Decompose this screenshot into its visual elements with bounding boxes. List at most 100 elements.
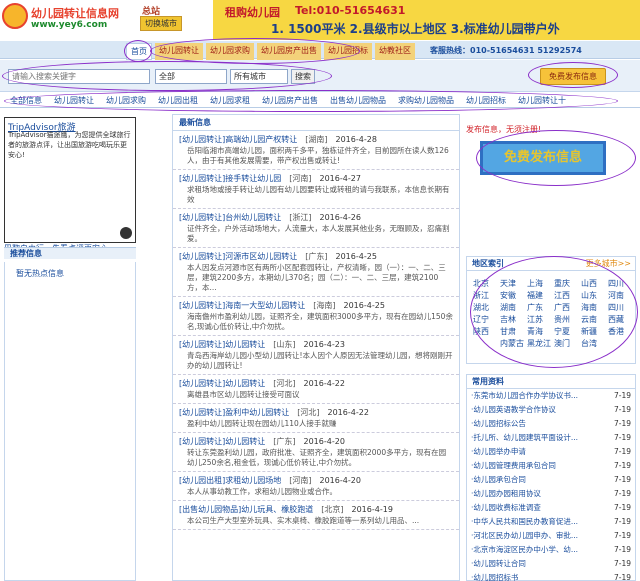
resource-item[interactable]: ·托儿所、幼儿园建筑平面设计... 7-19 [467,431,635,445]
site-title[interactable]: 幼儿园转让信息网 [31,5,119,21]
city-link[interactable]: 西藏 [608,314,633,325]
news-title[interactable]: [幼儿园转让]河源市区幼儿园转让 [179,252,297,261]
category-link[interactable]: 幼儿园转让 [54,93,94,107]
top-ad-banner[interactable]: 租购幼儿园 Tel:010-51654631 1. 1500平米 2.县级市以上… [213,0,640,40]
resource-item[interactable]: ·幼儿园转让合同 7-19 [467,557,635,571]
city-link[interactable]: 福建 [527,290,552,301]
resource-title[interactable]: ·幼儿园转让合同 [471,559,526,568]
news-title[interactable]: [幼儿园转让]幼儿园转让 [179,437,265,446]
city-link[interactable]: 江苏 [527,314,552,325]
city-link[interactable]: 云南 [581,314,606,325]
city-link[interactable]: 山西 [581,278,606,289]
city-link[interactable]: 广西 [554,302,579,313]
city-link[interactable]: 陕西 [473,326,498,337]
city-link[interactable]: 宁夏 [554,326,579,337]
city-link[interactable]: 辽宁 [473,314,498,325]
resource-title[interactable]: ·河北区民办幼儿园申办、审批... [471,531,578,540]
news-title[interactable]: [幼儿园转让]接手转让幼儿园 [179,174,281,183]
news-title[interactable]: [幼儿园出租]求租幼儿园场地 [179,476,281,485]
resource-item[interactable]: ·东莞市幼儿园合作办学协议书... 7-19 [467,389,635,403]
category-select[interactable]: 全部 [155,69,227,84]
category-link[interactable]: 求购幼儿园物品 [398,93,454,107]
resource-item[interactable]: ·幼儿园收费标准调查 7-19 [467,501,635,515]
free-post-button[interactable]: 免费发布信息 [540,68,606,85]
resource-item[interactable]: ·幼儿园承包合同 7-19 [467,473,635,487]
resource-title[interactable]: ·幼儿园招标书 [471,573,518,581]
city-link[interactable]: 四川 [608,278,633,289]
resource-title[interactable]: ·幼儿园办园租用协议 [471,489,541,498]
news-title[interactable]: [幼儿园转让]台州幼儿园转让 [179,213,281,222]
city-link[interactable]: 山东 [581,290,606,301]
city-link[interactable]: 甘肃 [500,326,525,337]
big-free-post-button[interactable]: 免费发布信息 [480,141,606,175]
category-link[interactable]: 幼儿园求购 [106,93,146,107]
resource-item[interactable]: ·河北区民办幼儿园申办、审批... 7-19 [467,529,635,543]
city-link[interactable]: 香港 [608,326,633,337]
news-title[interactable]: [幼儿园转让]幼儿园转让 [179,340,265,349]
more-cities-link[interactable]: 更多城市>> [586,257,631,271]
category-link[interactable]: 出售幼儿园物品 [330,93,386,107]
category-link[interactable]: 幼儿园求租 [210,93,250,107]
news-title[interactable]: [幼儿园转让]海南一大型幼儿园转让 [179,301,305,310]
city-link[interactable]: 黑龙江 [527,338,552,349]
city-link[interactable]: 内蒙古 [500,338,525,349]
resource-item[interactable]: ·幼儿园英语教学合作协议 7-19 [467,403,635,417]
resource-title[interactable]: ·幼儿园承包合同 [471,475,526,484]
city-link[interactable]: 新疆 [581,326,606,337]
category-link[interactable]: 幼儿园出租 [158,93,198,107]
resource-title[interactable]: ·中华人民共和国民办教育促进... [471,517,578,526]
city-link[interactable]: 广东 [527,302,552,313]
resource-title[interactable]: ·北京市海淀区民办中小学、幼... [471,545,578,554]
city-link[interactable]: 湖南 [500,302,525,313]
city-select[interactable]: 所有城市 [230,69,288,84]
nav-item-wanted[interactable]: 幼儿园求购 [206,43,254,60]
city-link[interactable]: 吉林 [500,314,525,325]
site-logo-icon[interactable] [2,3,28,29]
resource-title[interactable]: ·东莞市幼儿园合作办学协议书... [471,391,578,400]
nav-item-community[interactable]: 幼教社区 [375,43,415,60]
city-link[interactable]: 台湾 [581,338,606,349]
news-title[interactable]: [幼儿园转让]盈利中幼儿园转让 [179,408,289,417]
city-link[interactable]: 江西 [554,290,579,301]
resource-title[interactable]: ·托儿所、幼儿园建筑平面设计... [471,433,578,442]
city-link[interactable]: 安徽 [500,290,525,301]
nav-item-tender[interactable]: 幼儿园招标 [324,43,372,60]
resource-item[interactable]: ·幼儿园管理费用承包合同 7-19 [467,459,635,473]
city-link[interactable]: 湖北 [473,302,498,313]
resource-item[interactable]: ·幼儿园办园租用协议 7-19 [467,487,635,501]
city-link[interactable]: 天津 [500,278,525,289]
resource-item[interactable]: ·幼儿园招标公告 7-19 [467,417,635,431]
nav-item-property-sale[interactable]: 幼儿园房产出售 [257,43,321,60]
category-link[interactable]: 幼儿园招标 [466,93,506,107]
city-switch-button[interactable]: 切换城市 [140,16,182,31]
resource-item[interactable]: ·幼儿园举办申请 7-19 [467,445,635,459]
resource-item[interactable]: ·北京市海淀区民办中小学、幼... 7-19 [467,543,635,557]
city-link[interactable]: 河南 [608,290,633,301]
search-input[interactable] [8,69,150,84]
city-link[interactable]: 青海 [527,326,552,337]
city-link[interactable]: 重庆 [554,278,579,289]
news-title[interactable]: [出售幼儿园物品]幼儿玩具、橡胶跑道 [179,505,313,514]
city-link[interactable]: 浙江 [473,290,498,301]
category-link[interactable]: 全部信息 [10,93,42,107]
left-ad-box[interactable]: TripAdvisor旅游 TripAdvisor猫途鹰，为您提供全球旅行者的旅… [4,117,136,243]
news-title[interactable]: [幼儿园转让]幼儿园转让 [179,379,265,388]
nav-item-home[interactable]: 首页 [126,43,152,60]
city-link[interactable]: 海南 [581,302,606,313]
city-link[interactable]: 上海 [527,278,552,289]
category-link[interactable]: 幼儿园转让十 [518,93,566,107]
resource-item[interactable]: ·中华人民共和国民办教育促进... 7-19 [467,515,635,529]
city-link[interactable]: 贵州 [554,314,579,325]
recommended-empty[interactable]: 暂无热点信息 [16,268,64,279]
ad-info-icon[interactable] [120,227,132,239]
resource-title[interactable]: ·幼儿园招标公告 [471,419,526,428]
resource-item[interactable]: ·幼儿园招标书 7-19 [467,571,635,581]
resource-title[interactable]: ·幼儿园收费标准调查 [471,503,541,512]
category-link[interactable]: 幼儿园房产出售 [262,93,318,107]
city-link[interactable]: 北京 [473,278,498,289]
resource-title[interactable]: ·幼儿园举办申请 [471,447,526,456]
news-title[interactable]: [幼儿园转让]高端幼儿园产权转让 [179,135,297,144]
search-button[interactable]: 搜索 [291,69,315,84]
city-link[interactable]: 澳门 [554,338,579,349]
resource-title[interactable]: ·幼儿园英语教学合作协议 [471,405,556,414]
